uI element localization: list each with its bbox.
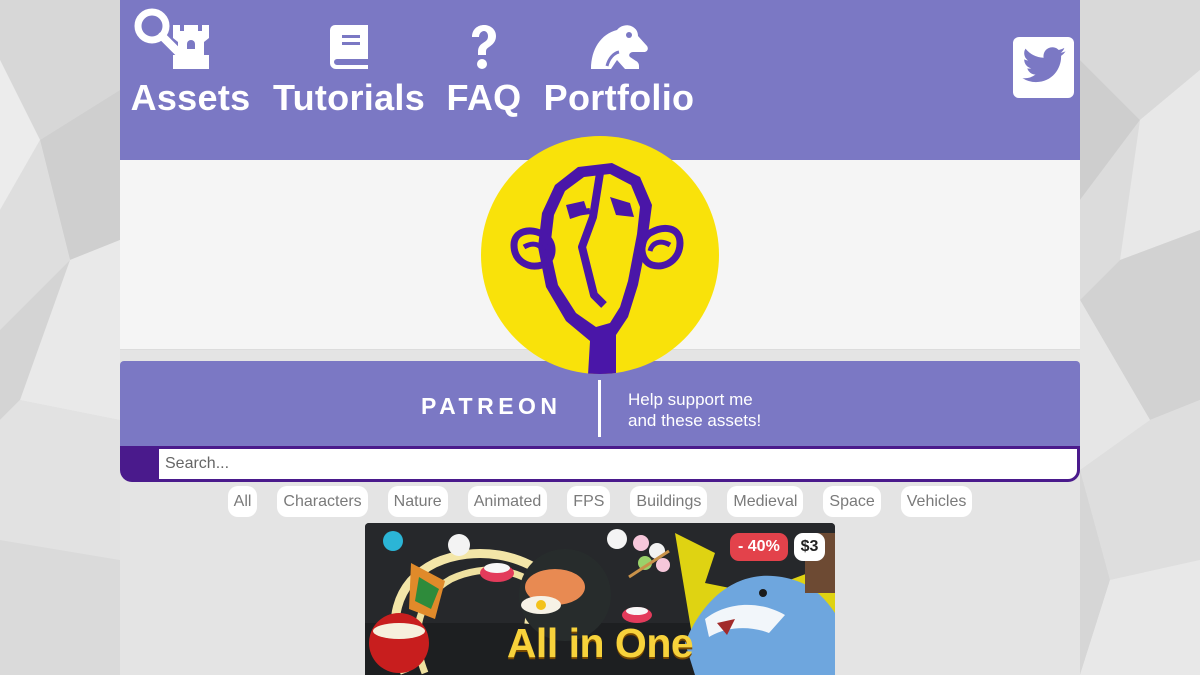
nav-tutorials[interactable]: Tutorials bbox=[273, 22, 425, 116]
nav-label: FAQ bbox=[446, 77, 522, 118]
filter-vehicles[interactable]: Vehicles bbox=[900, 486, 973, 517]
patreon-tagline-line2: and these assets! bbox=[628, 411, 762, 430]
patreon-divider bbox=[598, 380, 601, 437]
discount-badge: - 40% bbox=[730, 533, 788, 561]
search-icon[interactable] bbox=[132, 6, 182, 56]
patreon-tagline: Help support me and these assets! bbox=[628, 389, 761, 431]
question-icon bbox=[469, 22, 499, 72]
asset-title: All in One bbox=[506, 620, 694, 666]
nav-label: Tutorials bbox=[272, 77, 426, 118]
nav-label: Assets bbox=[130, 77, 251, 118]
category-filters: All Characters Nature Animated FPS Build… bbox=[120, 486, 1080, 517]
robot-head-logo bbox=[480, 135, 720, 375]
patreon-tagline-line1: Help support me bbox=[628, 390, 753, 409]
filter-buildings[interactable]: Buildings bbox=[630, 486, 708, 517]
search-input[interactable] bbox=[159, 449, 1077, 479]
filter-fps[interactable]: FPS bbox=[567, 486, 611, 517]
twitter-button[interactable] bbox=[1013, 37, 1074, 98]
asset-card[interactable]: All in One - 40% $3 bbox=[365, 523, 835, 675]
patreon-wordmark: PATREON bbox=[421, 393, 562, 419]
search-bar bbox=[120, 446, 1080, 482]
nav-faq[interactable]: FAQ bbox=[446, 22, 522, 116]
frog-icon bbox=[589, 22, 649, 72]
nav-label: Portfolio bbox=[543, 77, 695, 118]
nav-portfolio[interactable]: Portfolio bbox=[543, 22, 695, 118]
book-icon bbox=[330, 22, 368, 72]
twitter-bird-icon bbox=[1021, 47, 1066, 88]
filter-all[interactable]: All bbox=[227, 486, 258, 517]
filter-medieval[interactable]: Medieval bbox=[727, 486, 804, 517]
filter-characters[interactable]: Characters bbox=[277, 486, 368, 517]
filter-nature[interactable]: Nature bbox=[387, 486, 448, 517]
filter-animated[interactable]: Animated bbox=[467, 486, 548, 517]
filter-space[interactable]: Space bbox=[823, 486, 881, 517]
price-badge: $3 bbox=[794, 533, 825, 561]
